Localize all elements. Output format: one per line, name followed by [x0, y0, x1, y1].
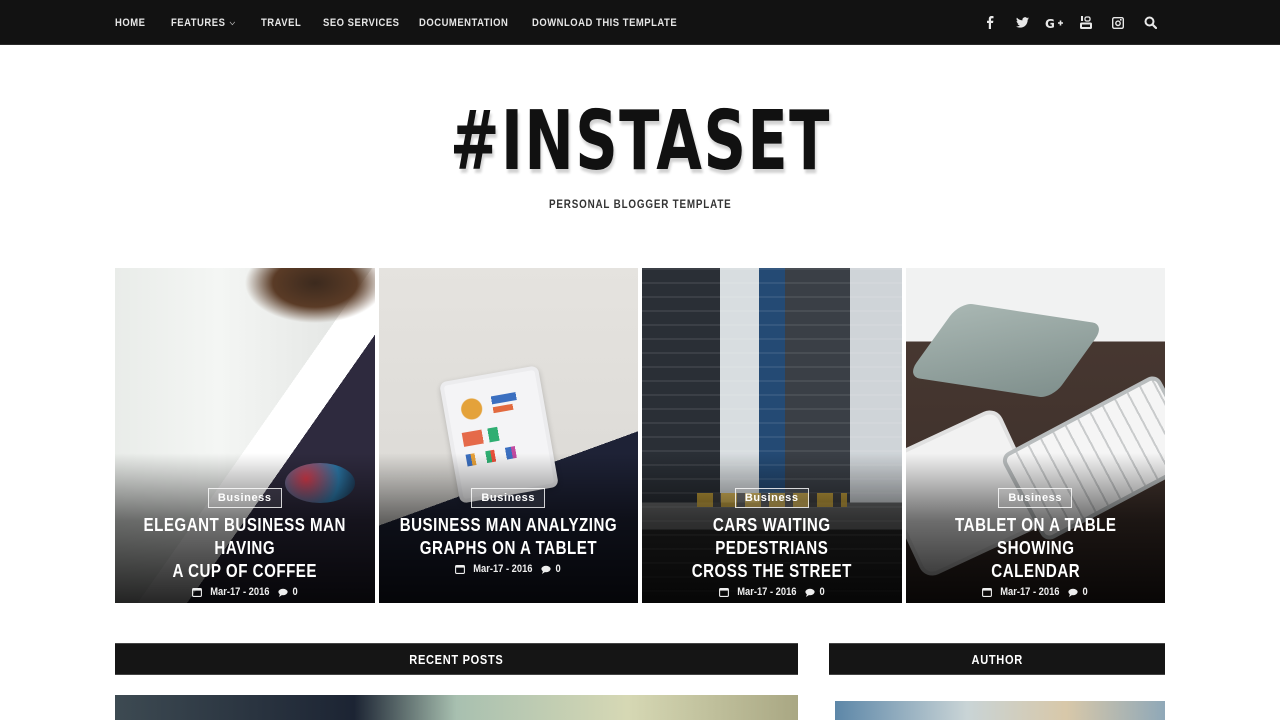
post-info: Business BUSINESS MAN ANALYZING GRAPHS O…	[379, 488, 639, 575]
calendar-icon	[455, 565, 466, 574]
nav-home[interactable]: HOME	[115, 16, 146, 29]
category-badge[interactable]: Business	[207, 488, 282, 508]
recent-posts-heading: RECENT POSTS	[115, 643, 798, 675]
nav-seo-services-label: SEO SERVICES	[323, 16, 400, 29]
comment-count[interactable]: 0	[292, 586, 297, 598]
comments-icon	[541, 565, 551, 574]
post-title-text: BUSINESS MAN ANALYZING GRAPHS ON A TABLE…	[399, 515, 617, 558]
site-tagline: PERSONAL BLOGGER TEMPLATE	[0, 197, 1280, 211]
post-title[interactable]: CARS WAITING PEDESTRIANS CROSS THE STREE…	[642, 514, 902, 583]
nav-features[interactable]: FEATURES ⌵	[171, 16, 235, 29]
twitter-icon[interactable]	[1006, 0, 1038, 45]
nav-documentation[interactable]: DOCUMENTATION	[419, 17, 508, 29]
nav-features-label: FEATURES	[171, 16, 226, 29]
site-title[interactable]: #INSTASET	[450, 92, 831, 192]
comments-icon	[277, 588, 288, 597]
comments-icon	[804, 588, 815, 597]
comments-icon	[1068, 588, 1078, 597]
post-info: Business CARS WAITING PEDESTRIANS CROSS …	[642, 488, 902, 598]
comment-count[interactable]: 0	[556, 563, 561, 575]
recent-post-thumbnail[interactable]	[115, 695, 798, 720]
post-title-text: TABLET ON A TABLE SHOWING CALENDAR	[954, 515, 1116, 581]
author-photo	[835, 701, 1165, 720]
post-title-text: ELEGANT BUSINESS MAN HAVING A CUP OF COF…	[143, 515, 346, 581]
post-meta: Mar-17 - 2016 0	[379, 563, 639, 575]
post-meta: Mar-17 - 2016 0	[642, 586, 902, 598]
post-info: Business ELEGANT BUSINESS MAN HAVING A C…	[115, 488, 375, 598]
post-title[interactable]: TABLET ON A TABLE SHOWING CALENDAR	[906, 514, 1166, 583]
nav-seo-services[interactable]: SEO SERVICES	[323, 17, 399, 29]
main-menu: HOME FEATURES ⌵ TRAVEL SEO SERVICES DOCUM…	[115, 0, 698, 45]
social-links: G	[974, 0, 1166, 45]
featured-post-card[interactable]: Business CARS WAITING PEDESTRIANS CROSS …	[642, 268, 902, 603]
featured-post-card[interactable]: Business ELEGANT BUSINESS MAN HAVING A C…	[115, 268, 375, 603]
post-meta: Mar-17 - 2016 0	[906, 586, 1166, 598]
nav-download-template-label: DOWNLOAD THIS TEMPLATE	[532, 16, 678, 29]
youtube-icon[interactable]	[1070, 0, 1102, 45]
post-date: Mar-17 - 2016	[1000, 586, 1060, 598]
nav-home-label: HOME	[115, 16, 146, 29]
nav-travel-label: TRAVEL	[261, 16, 302, 29]
post-info: Business TABLET ON A TABLE SHOWING CALEN…	[906, 488, 1166, 598]
site-branding: #INSTASET PERSONAL BLOGGER TEMPLATE	[0, 92, 1280, 211]
facebook-icon[interactable]	[974, 0, 1006, 45]
post-date: Mar-17 - 2016	[210, 586, 270, 598]
chevron-down-icon: ⌵	[229, 17, 236, 27]
featured-posts: Business ELEGANT BUSINESS MAN HAVING A C…	[115, 268, 1165, 603]
site-tagline-text: PERSONAL BLOGGER TEMPLATE	[548, 197, 732, 211]
author-widget-heading-text: AUTHOR	[971, 651, 1023, 667]
instagram-icon[interactable]	[1102, 0, 1134, 45]
post-meta: Mar-17 - 2016 0	[115, 586, 375, 598]
recent-posts-heading-text: RECENT POSTS	[409, 651, 504, 667]
top-navigation-bar: HOME FEATURES ⌵ TRAVEL SEO SERVICES DOCUM…	[0, 0, 1280, 45]
category-badge[interactable]: Business	[998, 488, 1073, 508]
post-title[interactable]: BUSINESS MAN ANALYZING GRAPHS ON A TABLE…	[379, 514, 639, 560]
calendar-icon	[191, 588, 202, 597]
nav-documentation-label: DOCUMENTATION	[419, 16, 509, 29]
post-date: Mar-17 - 2016	[473, 563, 533, 575]
comment-count[interactable]: 0	[819, 586, 824, 598]
category-badge[interactable]: Business	[471, 488, 546, 508]
post-date: Mar-17 - 2016	[737, 586, 797, 598]
calendar-icon	[718, 588, 729, 597]
post-title-text: CARS WAITING PEDESTRIANS CROSS THE STREE…	[691, 515, 852, 581]
category-badge[interactable]: Business	[734, 488, 809, 508]
svg-text:G: G	[1045, 17, 1055, 29]
featured-post-card[interactable]: Business TABLET ON A TABLE SHOWING CALEN…	[905, 268, 1166, 603]
nav-download-template[interactable]: DOWNLOAD THIS TEMPLATE	[532, 17, 677, 29]
comment-count[interactable]: 0	[1083, 586, 1088, 598]
post-title[interactable]: ELEGANT BUSINESS MAN HAVING A CUP OF COF…	[115, 514, 375, 583]
author-widget-heading: AUTHOR	[829, 643, 1165, 675]
google-plus-icon[interactable]: G	[1038, 0, 1070, 45]
featured-post-card[interactable]: Business BUSINESS MAN ANALYZING GRAPHS O…	[378, 268, 639, 603]
search-icon[interactable]	[1134, 0, 1166, 45]
calendar-icon	[982, 588, 993, 597]
nav-travel[interactable]: TRAVEL	[261, 17, 301, 29]
